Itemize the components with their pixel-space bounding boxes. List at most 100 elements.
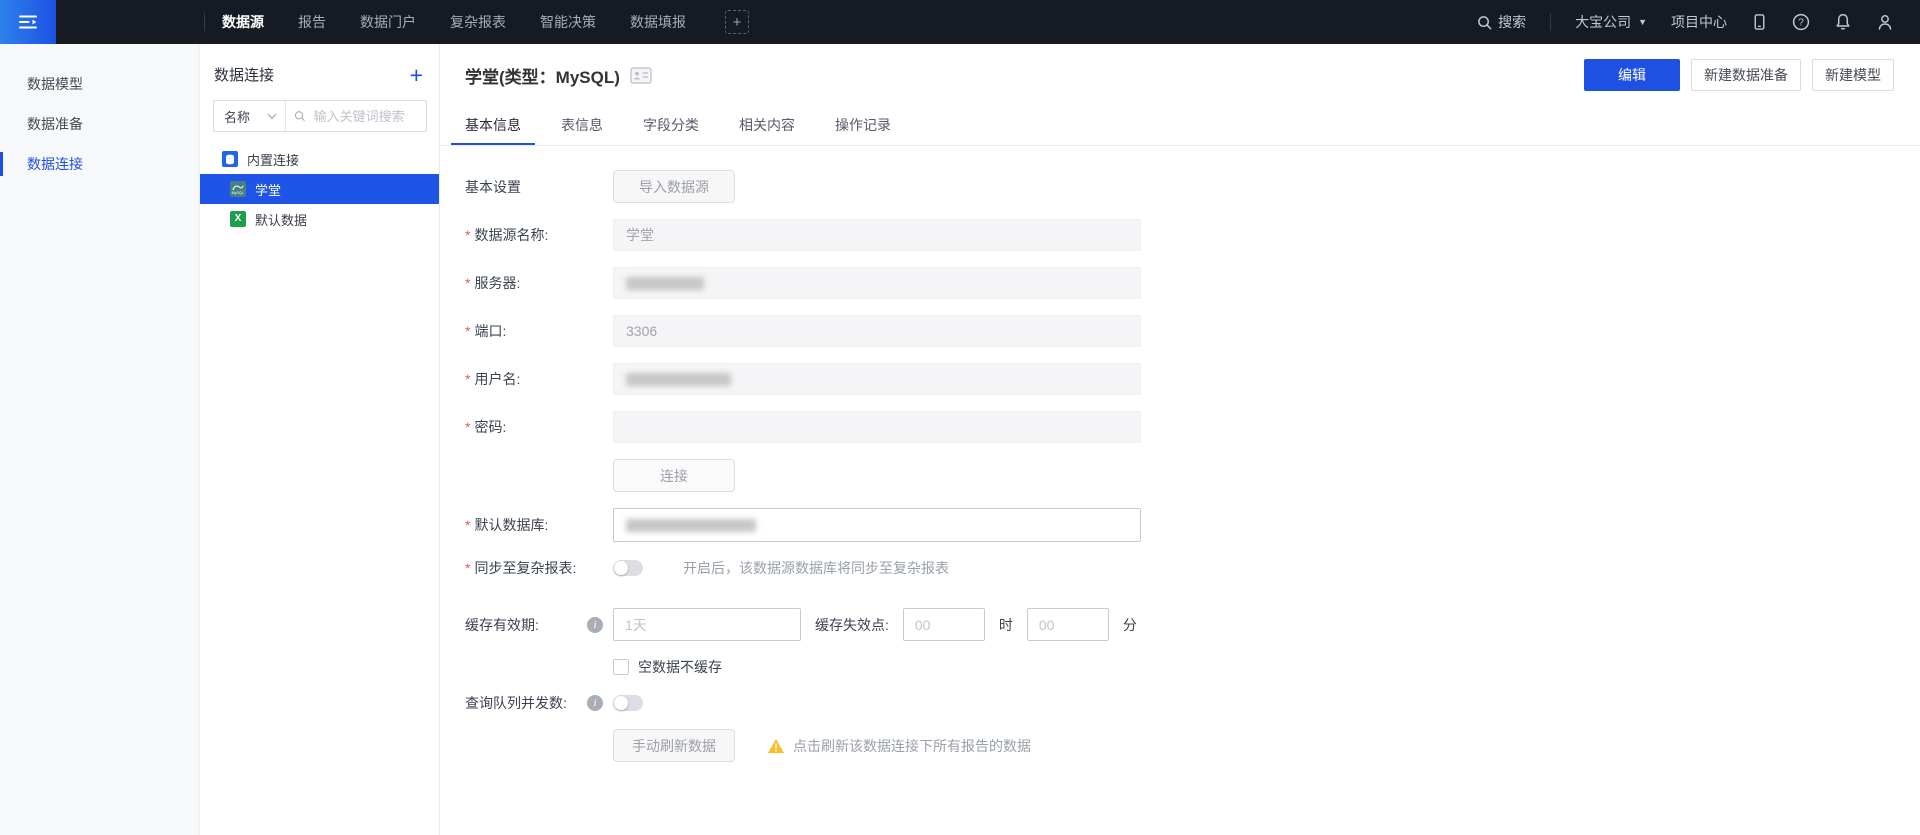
username-label: 用户名: [474,371,520,387]
topnav-item-report[interactable]: 报告 [281,0,343,44]
form-row-queue: 查询队列并发数: [465,693,1896,713]
connection-info-card-icon[interactable] [630,67,652,84]
form-row-no-cache: 空数据不缓存 [465,657,1896,677]
redacted-value [626,373,731,386]
topnav-item-portal[interactable]: 数据门户 [343,0,433,44]
required-asterisk: * [465,419,470,435]
left-sidebar: 数据模型 数据准备 数据连接 [0,44,200,835]
tab-operation-log[interactable]: 操作记录 [835,106,891,145]
keyword-search-input[interactable] [312,108,418,125]
cache-label: 缓存有效期: [465,617,539,633]
new-model-button[interactable]: 新建模型 [1812,59,1894,91]
topbar-right-group: 搜索 大宝公司 ▼ 项目中心 ? [1477,12,1920,32]
menu-unfold-icon [16,10,40,34]
tab-table-info[interactable]: 表信息 [561,106,603,145]
port-input[interactable]: 3306 [613,315,1141,347]
add-module-button[interactable] [725,10,749,34]
sync-hint-text: 开启后，该数据源数据库将同步至复杂报表 [683,558,949,578]
required-asterisk: * [465,560,470,576]
topbar-right-divider [1550,13,1551,31]
help-button[interactable]: ? [1792,13,1810,31]
menu-toggle-button[interactable] [0,0,56,44]
main-content: 学堂(类型：MySQL) 编辑 新建数据准备 新建模型 基本信息 表信息 字段分… [441,44,1920,835]
mobile-app-button[interactable] [1751,13,1768,31]
redacted-value [626,519,756,532]
new-data-prep-button[interactable]: 新建数据准备 [1691,59,1801,91]
add-connection-button[interactable] [410,65,423,85]
form-row-refresh: 手动刷新数据 点击刷新该数据连接下所有报告的数据 [465,729,1896,762]
refresh-warning-group: 点击刷新该数据连接下所有报告的数据 [767,736,1031,756]
topbar-menu: 数据源 报告 数据门户 复杂报表 智能决策 数据填报 [205,0,749,44]
connection-list-panel: 数据连接 名称 内置连接 [200,44,440,835]
form-row-datasource-name: *数据源名称: 学堂 [465,219,1896,251]
password-input[interactable] [613,411,1141,443]
topnav-item-datasource[interactable]: 数据源 [205,0,281,44]
header-action-buttons: 编辑 新建数据准备 新建模型 [1584,59,1894,91]
user-account-button[interactable] [1876,13,1894,31]
main-header: 学堂(类型：MySQL) 编辑 新建数据准备 新建模型 [441,44,1920,106]
tab-related-content[interactable]: 相关内容 [739,106,795,145]
excel-icon: X [230,211,246,227]
connection-item-default-data[interactable]: X 默认数据 [200,204,439,234]
tab-basic-info[interactable]: 基本信息 [465,106,521,145]
expire-hour-input[interactable] [903,608,985,641]
required-asterisk: * [465,275,470,291]
connection-item-builtin[interactable]: 内置连接 [200,144,439,174]
form-row-default-db: *默认数据库: [465,508,1896,542]
basic-setting-label: 基本设置 [465,177,587,197]
topnav-item-smart-decision[interactable]: 智能决策 [523,0,613,44]
search-icon [1477,15,1492,30]
sync-toggle[interactable] [613,560,643,576]
company-name: 大宝公司 [1575,12,1631,32]
panel-header: 数据连接 [200,44,439,85]
required-asterisk: * [465,371,470,387]
info-icon[interactable] [587,695,603,711]
bell-icon [1834,13,1852,31]
search-label: 搜索 [1498,12,1526,32]
filter-field-select[interactable]: 名称 [214,101,286,131]
default-db-input[interactable] [613,508,1141,542]
form-row-sync: *同步至复杂报表: 开启后，该数据源数据库将同步至复杂报表 [465,558,1896,578]
top-navigation-bar: 数据源 报告 数据门户 复杂报表 智能决策 数据填报 搜索 大宝公司 ▼ 项目中… [0,0,1920,44]
connection-search-bar: 名称 [213,100,427,132]
filter-field-label: 名称 [224,107,250,126]
topnav-item-complex-report[interactable]: 复杂报表 [433,0,523,44]
connect-button[interactable]: 连接 [613,459,735,492]
tab-field-category[interactable]: 字段分类 [643,106,699,145]
search-icon [294,109,306,123]
connection-form: 基本设置 导入数据源 *数据源名称: 学堂 *服务器: *端口: 3306 [441,146,1920,762]
required-asterisk: * [465,227,470,243]
global-search-button[interactable]: 搜索 [1477,12,1526,32]
mobile-icon [1751,13,1768,31]
form-row-cache: 缓存有效期: 缓存失效点: 时 分 [465,608,1896,641]
refresh-warning-text: 点击刷新该数据连接下所有报告的数据 [793,736,1031,756]
project-center-link[interactable]: 项目中心 [1671,12,1727,32]
sync-label: 同步至复杂报表: [474,560,576,576]
sidebar-item-data-model[interactable]: 数据模型 [0,64,199,104]
server-input[interactable] [613,267,1141,299]
sidebar-item-data-prep[interactable]: 数据准备 [0,104,199,144]
no-cache-checkbox[interactable] [613,659,629,675]
page-title: 学堂(类型：MySQL) [465,63,620,88]
datasource-name-input[interactable]: 学堂 [613,219,1141,251]
warning-icon [767,738,785,754]
expire-minute-input[interactable] [1027,608,1109,641]
form-row-password: *密码: [465,411,1896,443]
password-label: 密码: [474,419,506,435]
cache-duration-input[interactable] [613,608,801,641]
panel-title: 数据连接 [214,64,274,85]
import-datasource-button[interactable]: 导入数据源 [613,170,735,203]
manual-refresh-button[interactable]: 手动刷新数据 [613,729,735,762]
edit-button[interactable]: 编辑 [1584,59,1680,91]
queue-toggle[interactable] [613,695,643,711]
notifications-button[interactable] [1834,13,1852,31]
detail-tabs: 基本信息 表信息 字段分类 相关内容 操作记录 [441,106,1920,146]
username-input[interactable] [613,363,1141,395]
sidebar-item-data-connection[interactable]: 数据连接 [0,144,199,184]
company-switcher[interactable]: 大宝公司 ▼ [1575,12,1647,32]
redacted-value [626,277,704,290]
info-icon[interactable] [587,617,603,633]
topnav-item-data-filling[interactable]: 数据填报 [613,0,703,44]
connection-item-xuetang[interactable]: MySQL 学堂 [200,174,439,204]
connection-list: 内置连接 MySQL 学堂 X 默认数据 [200,144,439,234]
